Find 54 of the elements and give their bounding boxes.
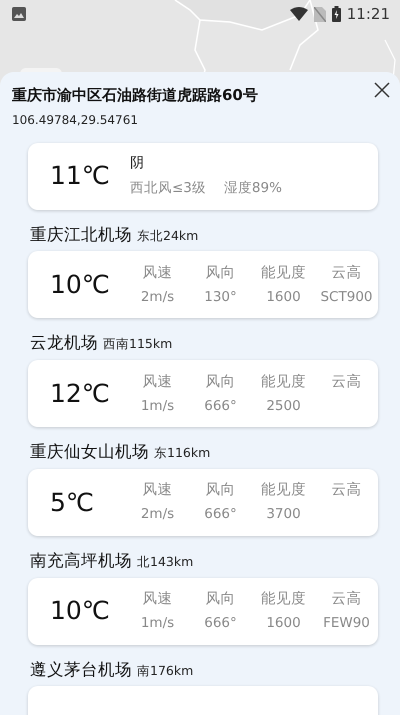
station-name: 重庆仙女山机场	[30, 441, 149, 463]
column-value: 1600	[266, 614, 301, 633]
station-name: 云龙机场	[30, 332, 98, 354]
temperature-text: 10℃	[49, 269, 111, 301]
column-label: 风向	[206, 590, 236, 609]
column-value: 666°	[204, 614, 237, 633]
station-name: 重庆江北机场	[30, 224, 132, 246]
distance-text: 东116km	[154, 444, 210, 462]
wind-text: 西北风≤3级	[130, 179, 206, 198]
column-label: 云高	[332, 372, 362, 392]
address-title: 重庆市渝中区石油路街道虎踞路60号	[12, 85, 259, 106]
distance-text: 南176km	[137, 662, 194, 680]
column-value: 130°	[204, 288, 237, 307]
image-icon	[12, 7, 26, 21]
column-label: 能见度	[261, 480, 306, 500]
clock-time: 11:21	[346, 4, 390, 25]
wifi-icon	[290, 7, 308, 21]
temperature-text: 10℃	[49, 595, 111, 628]
column-value: 1m/s	[140, 396, 174, 416]
column-label: 云高	[332, 590, 362, 609]
column-label: 风向	[206, 264, 236, 283]
column-value: 3700	[266, 505, 301, 524]
close-button[interactable]	[372, 80, 392, 100]
humidity-text: 湿度89%	[224, 179, 282, 198]
column-label: 风速	[142, 264, 172, 283]
column-label: 云高	[332, 480, 362, 500]
column-value: SCT900	[320, 288, 372, 307]
column-label: 风向	[206, 481, 236, 500]
column-value: 666°	[204, 396, 237, 416]
column-label: 风速	[142, 481, 172, 500]
column-label: 风向	[206, 372, 236, 392]
column-label: 能见度	[261, 372, 306, 392]
distance-text: 北143km	[137, 552, 194, 571]
temperature-text: 5℃	[49, 486, 95, 518]
distance-text: 东北24km	[137, 226, 198, 244]
station-name: 南充高坪机场	[30, 550, 132, 572]
column-value: FEW90	[323, 614, 370, 633]
column-value: 1600	[266, 288, 301, 307]
column-label: 风速	[142, 372, 172, 392]
column-label: 云高	[332, 264, 362, 283]
column-label: 能见度	[261, 590, 306, 609]
station-name: 遵义茅台机场	[30, 658, 132, 680]
column-value: 2m/s	[140, 505, 174, 524]
column-label: 风速	[142, 590, 172, 609]
condition-text: 阴	[130, 154, 145, 174]
column-value: 2m/s	[140, 288, 174, 307]
coordinates-text: 106.49784,29.54761	[12, 112, 139, 128]
column-value: 2500	[266, 396, 301, 416]
distance-text: 西南115km	[103, 335, 172, 354]
temperature-text: 12℃	[49, 378, 111, 410]
column-value: 666°	[204, 505, 237, 524]
column-label: 能见度	[261, 264, 306, 283]
temperature-text: 11℃	[49, 160, 111, 192]
column-value: 1m/s	[140, 614, 174, 633]
